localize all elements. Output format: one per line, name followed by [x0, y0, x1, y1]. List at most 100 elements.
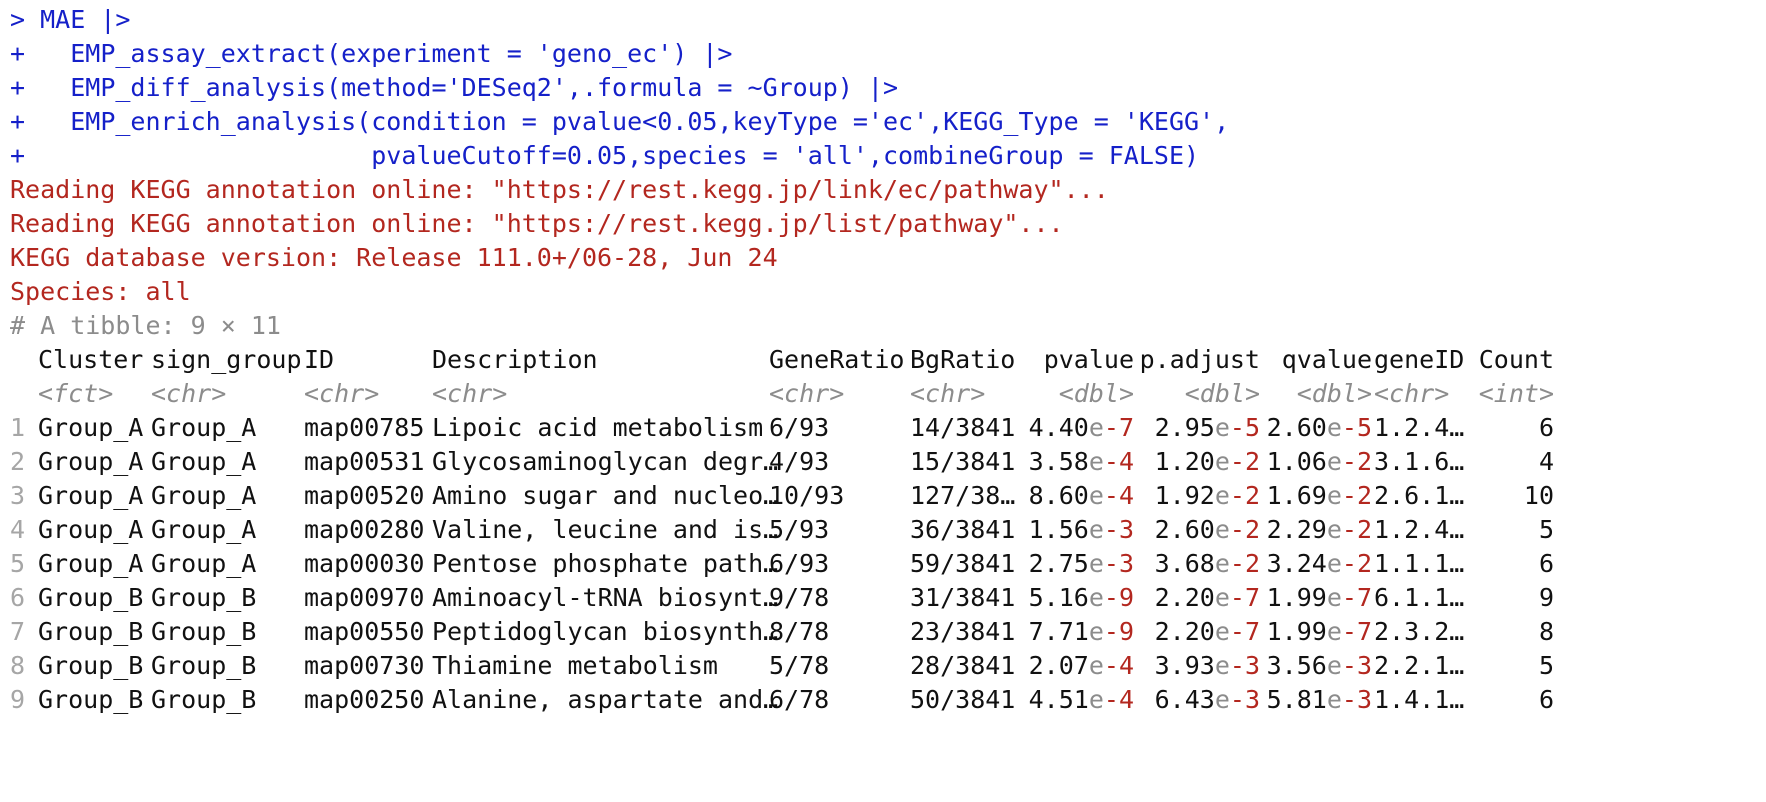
table-cell-description: Aminoacyl-tRNA biosynt… [432, 583, 779, 612]
table-cell-geneid: 1.2.4… [1374, 515, 1465, 544]
table-cell-id: map00520 [304, 481, 425, 510]
table-cell-cluster: Group_A [38, 549, 144, 578]
mantissa: 2.75 [1028, 549, 1089, 578]
table-cell-p-adjust: 6.43e-3 [1134, 683, 1260, 717]
table-cell-count: 5 [1538, 515, 1554, 544]
column-header: Count [1478, 345, 1554, 374]
table-cell-sign-group: Group_A [151, 447, 257, 476]
column-type: <chr> [304, 379, 380, 408]
column-header: ID [304, 345, 335, 374]
exponent: e-2 [1214, 447, 1260, 476]
table-cell-generatio: 8/78 [769, 617, 830, 646]
column-header: Cluster [38, 345, 144, 374]
table-cell-generatio: 6/78 [769, 685, 830, 714]
table-row: 6 Group_B Group_B map00970 Aminoacyl-tRNA bi… [10, 581, 1766, 615]
table-cell-count: 6 [1538, 413, 1554, 442]
table-cell-count: 6 [1538, 549, 1554, 578]
column-type: <chr> [1374, 379, 1450, 408]
table-cell-generatio: 9/78 [769, 583, 830, 612]
exponent: e-3 [1088, 515, 1134, 544]
table-row: 5 Group_A Group_A map00030 Pentose phosphate… [10, 547, 1766, 581]
command-block: > MAE |> + EMP_assay_extract(experiment =… [10, 3, 1766, 173]
command-text: EMP_diff_analysis(method='DESeq2',.formu… [25, 73, 899, 102]
table-cell-geneid: 1.2.4… [1374, 413, 1465, 442]
table-cell-pvalue: 4.51e-4 [1022, 683, 1134, 717]
table-type-row: <fct> <chr> <chr> <chr> <chr> <chr> <dbl> <dbl>… [10, 377, 1766, 411]
column-type: <dbl> [1296, 379, 1372, 408]
row-number: 6 [10, 583, 26, 612]
table-cell-p-adjust: 1.92e-2 [1134, 479, 1260, 513]
table-cell-p-adjust: 1.20e-2 [1134, 445, 1260, 479]
table-cell-geneid: 3.1.6… [1374, 447, 1465, 476]
mantissa: 1.92 [1154, 481, 1215, 510]
table-cell-id: map00531 [304, 447, 425, 476]
table-cell-bgratio: 50/3841 [910, 685, 1016, 714]
mantissa: 4.40 [1028, 413, 1089, 442]
mantissa: 1.06 [1266, 447, 1327, 476]
table-cell-count: 5 [1538, 651, 1554, 680]
exponent: e-3 [1326, 651, 1372, 680]
table-cell-id: map00250 [304, 685, 425, 714]
row-number: 1 [10, 413, 26, 442]
row-number: 7 [10, 617, 26, 646]
table-cell-description: Valine, leucine and is… [432, 515, 779, 544]
table-cell-cluster: Group_A [38, 515, 144, 544]
mantissa: 3.56 [1266, 651, 1327, 680]
exponent: e-7 [1088, 413, 1134, 442]
mantissa: 5.16 [1028, 583, 1089, 612]
exponent: e-3 [1326, 685, 1372, 714]
table-cell-bgratio: 23/3841 [910, 617, 1016, 646]
exponent: e-9 [1088, 583, 1134, 612]
exponent: e-4 [1088, 447, 1134, 476]
mantissa: 2.20 [1154, 583, 1215, 612]
r-console[interactable]: > MAE |> + EMP_assay_extract(experiment =… [0, 0, 1766, 802]
table-cell-cluster: Group_B [38, 583, 144, 612]
mantissa: 1.20 [1154, 447, 1215, 476]
row-number: 9 [10, 685, 26, 714]
exponent: e-2 [1326, 447, 1372, 476]
table-cell-pvalue: 2.07e-4 [1022, 649, 1134, 683]
table-cell-bgratio: 14/3841 [910, 413, 1016, 442]
table-cell-sign-group: Group_B [151, 617, 257, 646]
table-cell-bgratio: 59/3841 [910, 549, 1016, 578]
exponent: e-7 [1326, 617, 1372, 646]
column-header: sign_group [151, 345, 302, 374]
console-message: KEGG database version: Release 111.0+/06… [10, 243, 778, 272]
table-cell-geneid: 2.2.1… [1374, 651, 1465, 680]
table-cell-cluster: Group_B [38, 685, 144, 714]
table-cell-count: 10 [1523, 481, 1554, 510]
table-cell-geneid: 2.6.1… [1374, 481, 1465, 510]
table-cell-generatio: 6/93 [769, 413, 830, 442]
table-cell-id: map00785 [304, 413, 425, 442]
command-text: MAE |> [25, 5, 131, 34]
mantissa: 1.99 [1266, 617, 1327, 646]
mantissa: 4.51 [1028, 685, 1089, 714]
mantissa: 3.24 [1266, 549, 1327, 578]
table-cell-description: Alanine, aspartate and… [432, 685, 779, 714]
mantissa: 8.60 [1028, 481, 1089, 510]
column-header: BgRatio [910, 345, 1016, 374]
exponent: e-3 [1214, 685, 1260, 714]
exponent: e-2 [1326, 481, 1372, 510]
table-cell-qvalue: 3.56e-3 [1260, 649, 1372, 683]
column-type: <chr> [769, 379, 845, 408]
mantissa: 3.93 [1154, 651, 1215, 680]
table-cell-bgratio: 127/38… [910, 481, 1016, 510]
table-cell-count: 4 [1538, 447, 1554, 476]
table-cell-bgratio: 36/3841 [910, 515, 1016, 544]
table-cell-p-adjust: 2.20e-7 [1134, 581, 1260, 615]
table-cell-cluster: Group_A [38, 413, 144, 442]
table-cell-geneid: 6.1.1… [1374, 583, 1465, 612]
command-text: EMP_assay_extract(experiment = 'geno_ec'… [25, 39, 733, 68]
table-cell-qvalue: 3.24e-2 [1260, 547, 1372, 581]
table-cell-bgratio: 28/3841 [910, 651, 1016, 680]
table-cell-pvalue: 7.71e-9 [1022, 615, 1134, 649]
table-cell-sign-group: Group_B [151, 651, 257, 680]
table-row: 4 Group_A Group_A map00280 Valine, leucine a… [10, 513, 1766, 547]
column-header: geneID [1374, 345, 1465, 374]
table-cell-pvalue: 1.56e-3 [1022, 513, 1134, 547]
exponent: e-2 [1214, 515, 1260, 544]
column-header: GeneRatio [769, 345, 905, 374]
exponent: e-7 [1326, 583, 1372, 612]
table-cell-cluster: Group_B [38, 651, 144, 680]
